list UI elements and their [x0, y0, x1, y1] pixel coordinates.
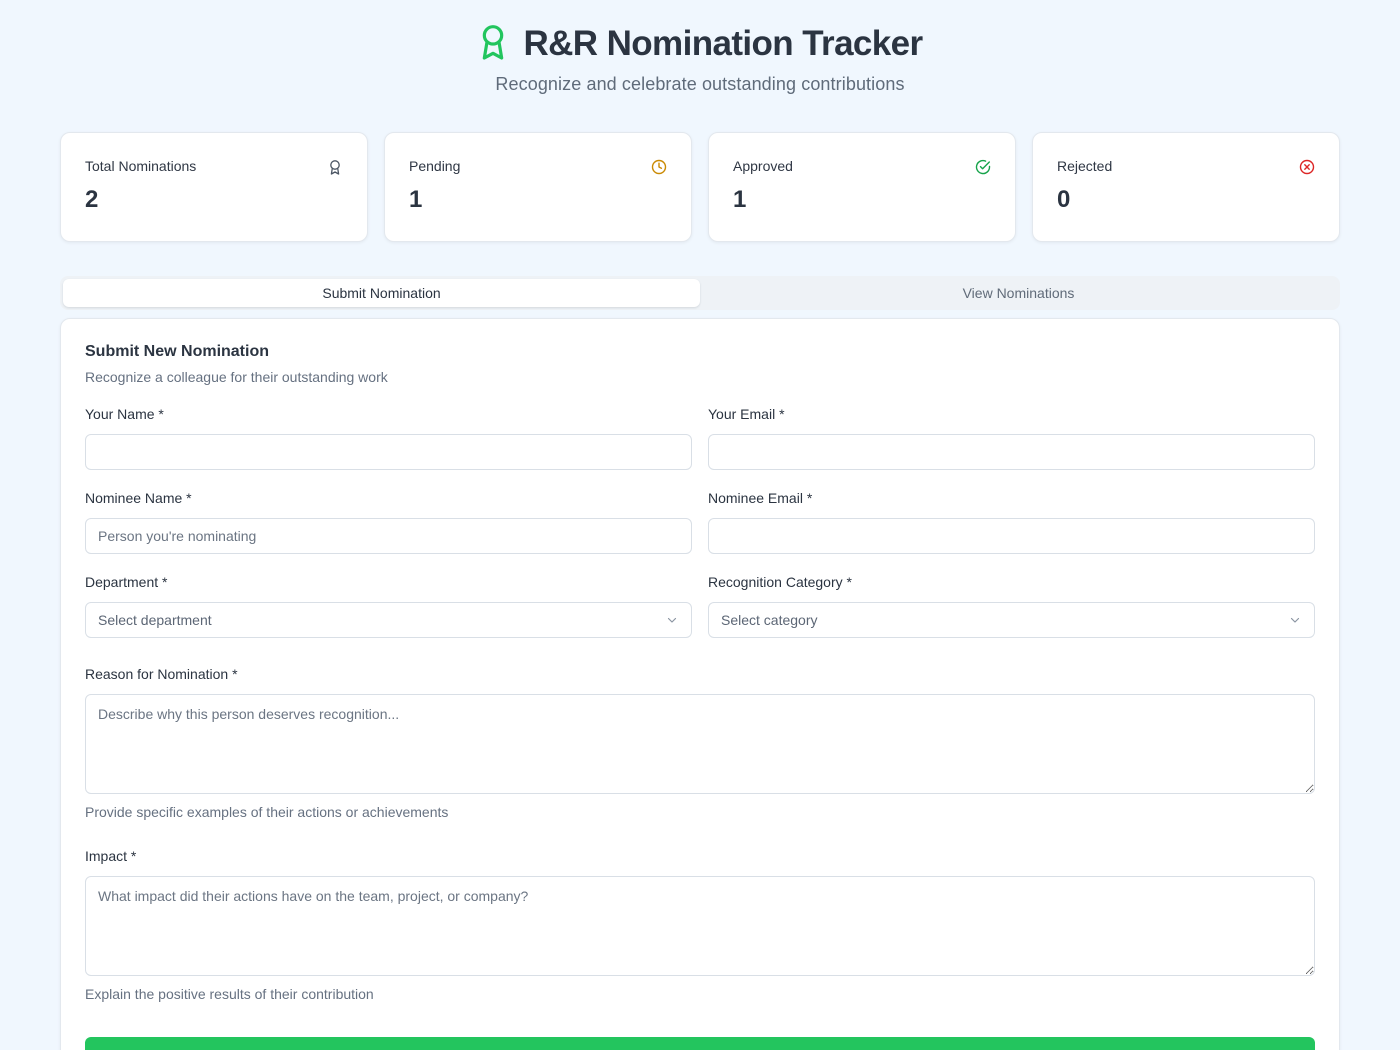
tab-submit-nomination[interactable]: Submit Nomination — [63, 279, 700, 307]
tab-list: Submit Nomination View Nominations — [60, 276, 1340, 310]
nominee-name-field: Nominee Name * — [85, 488, 692, 572]
impact-field: Impact * Explain the positive results of… — [85, 846, 1315, 1002]
your-email-input[interactable] — [708, 434, 1315, 470]
stat-label: Approved — [733, 158, 793, 174]
reason-textarea[interactable] — [85, 694, 1315, 794]
stat-card-pending: Pending 1 — [384, 132, 692, 242]
chevron-down-icon — [1290, 617, 1300, 623]
your-name-input[interactable] — [85, 434, 692, 470]
nominee-email-input[interactable] — [708, 518, 1315, 554]
stat-value: 0 — [1057, 186, 1071, 213]
reason-hint: Provide specific examples of their actio… — [85, 804, 449, 820]
department-field: Department * Select department — [85, 572, 692, 656]
stat-label: Pending — [409, 158, 461, 174]
stat-card-total: Total Nominations 2 — [60, 132, 368, 242]
impact-hint: Explain the positive results of their co… — [85, 986, 374, 1002]
check-circle-icon — [975, 159, 991, 175]
page-title: R&R Nomination Tracker — [523, 24, 923, 63]
category-label: Recognition Category * — [708, 574, 852, 590]
category-field: Recognition Category * Select category — [708, 572, 1315, 656]
department-selected-value: Select department — [98, 612, 212, 628]
stat-value: 2 — [85, 186, 99, 213]
tab-view-nominations[interactable]: View Nominations — [700, 279, 1337, 307]
category-selected-value: Select category — [721, 612, 818, 628]
nominee-email-label: Nominee Email * — [708, 490, 813, 506]
clock-icon — [651, 159, 667, 175]
stat-card-approved: Approved 1 — [708, 132, 1016, 242]
your-email-field: Your Email * — [708, 404, 1315, 488]
stat-value: 1 — [409, 186, 423, 213]
category-select[interactable]: Select category — [708, 602, 1315, 638]
form-grid: Your Name * Your Email * Nominee Name * … — [85, 404, 1315, 656]
impact-label: Impact * — [85, 848, 137, 864]
form-title: Submit New Nomination — [85, 343, 269, 360]
stat-label: Total Nominations — [85, 158, 197, 174]
nominee-name-input[interactable] — [85, 518, 692, 554]
department-label: Department * — [85, 574, 168, 590]
your-email-label: Your Email * — [708, 406, 785, 422]
stat-value: 1 — [733, 186, 747, 213]
reason-label: Reason for Nomination * — [85, 666, 238, 682]
nomination-form-card: Submit New Nomination Recognize a collea… — [60, 318, 1340, 1050]
stats-row: Total Nominations 2 Pending 1 Approved 1 — [60, 132, 1340, 242]
nominee-name-label: Nominee Name * — [85, 490, 192, 506]
x-circle-icon — [1299, 159, 1315, 175]
reason-field: Reason for Nomination * Provide specific… — [85, 664, 1315, 820]
page-header: R&R Nomination Tracker Recognize and cel… — [0, 22, 1400, 95]
submit-nomination-button[interactable] — [85, 1037, 1315, 1050]
title-row: R&R Nomination Tracker — [0, 22, 1400, 66]
award-icon — [477, 23, 509, 66]
your-name-field: Your Name * — [85, 404, 692, 488]
page-subtitle: Recognize and celebrate outstanding cont… — [495, 74, 905, 94]
nominee-email-field: Nominee Email * — [708, 488, 1315, 572]
form-description: Recognize a colleague for their outstand… — [85, 369, 388, 385]
impact-textarea[interactable] — [85, 876, 1315, 976]
stat-label: Rejected — [1057, 158, 1113, 174]
your-name-label: Your Name * — [85, 406, 164, 422]
award-icon — [330, 160, 340, 175]
chevron-down-icon — [667, 617, 677, 623]
department-select[interactable]: Select department — [85, 602, 692, 638]
page: R&R Nomination Tracker Recognize and cel… — [0, 0, 1400, 1050]
stat-card-rejected: Rejected 0 — [1032, 132, 1340, 242]
